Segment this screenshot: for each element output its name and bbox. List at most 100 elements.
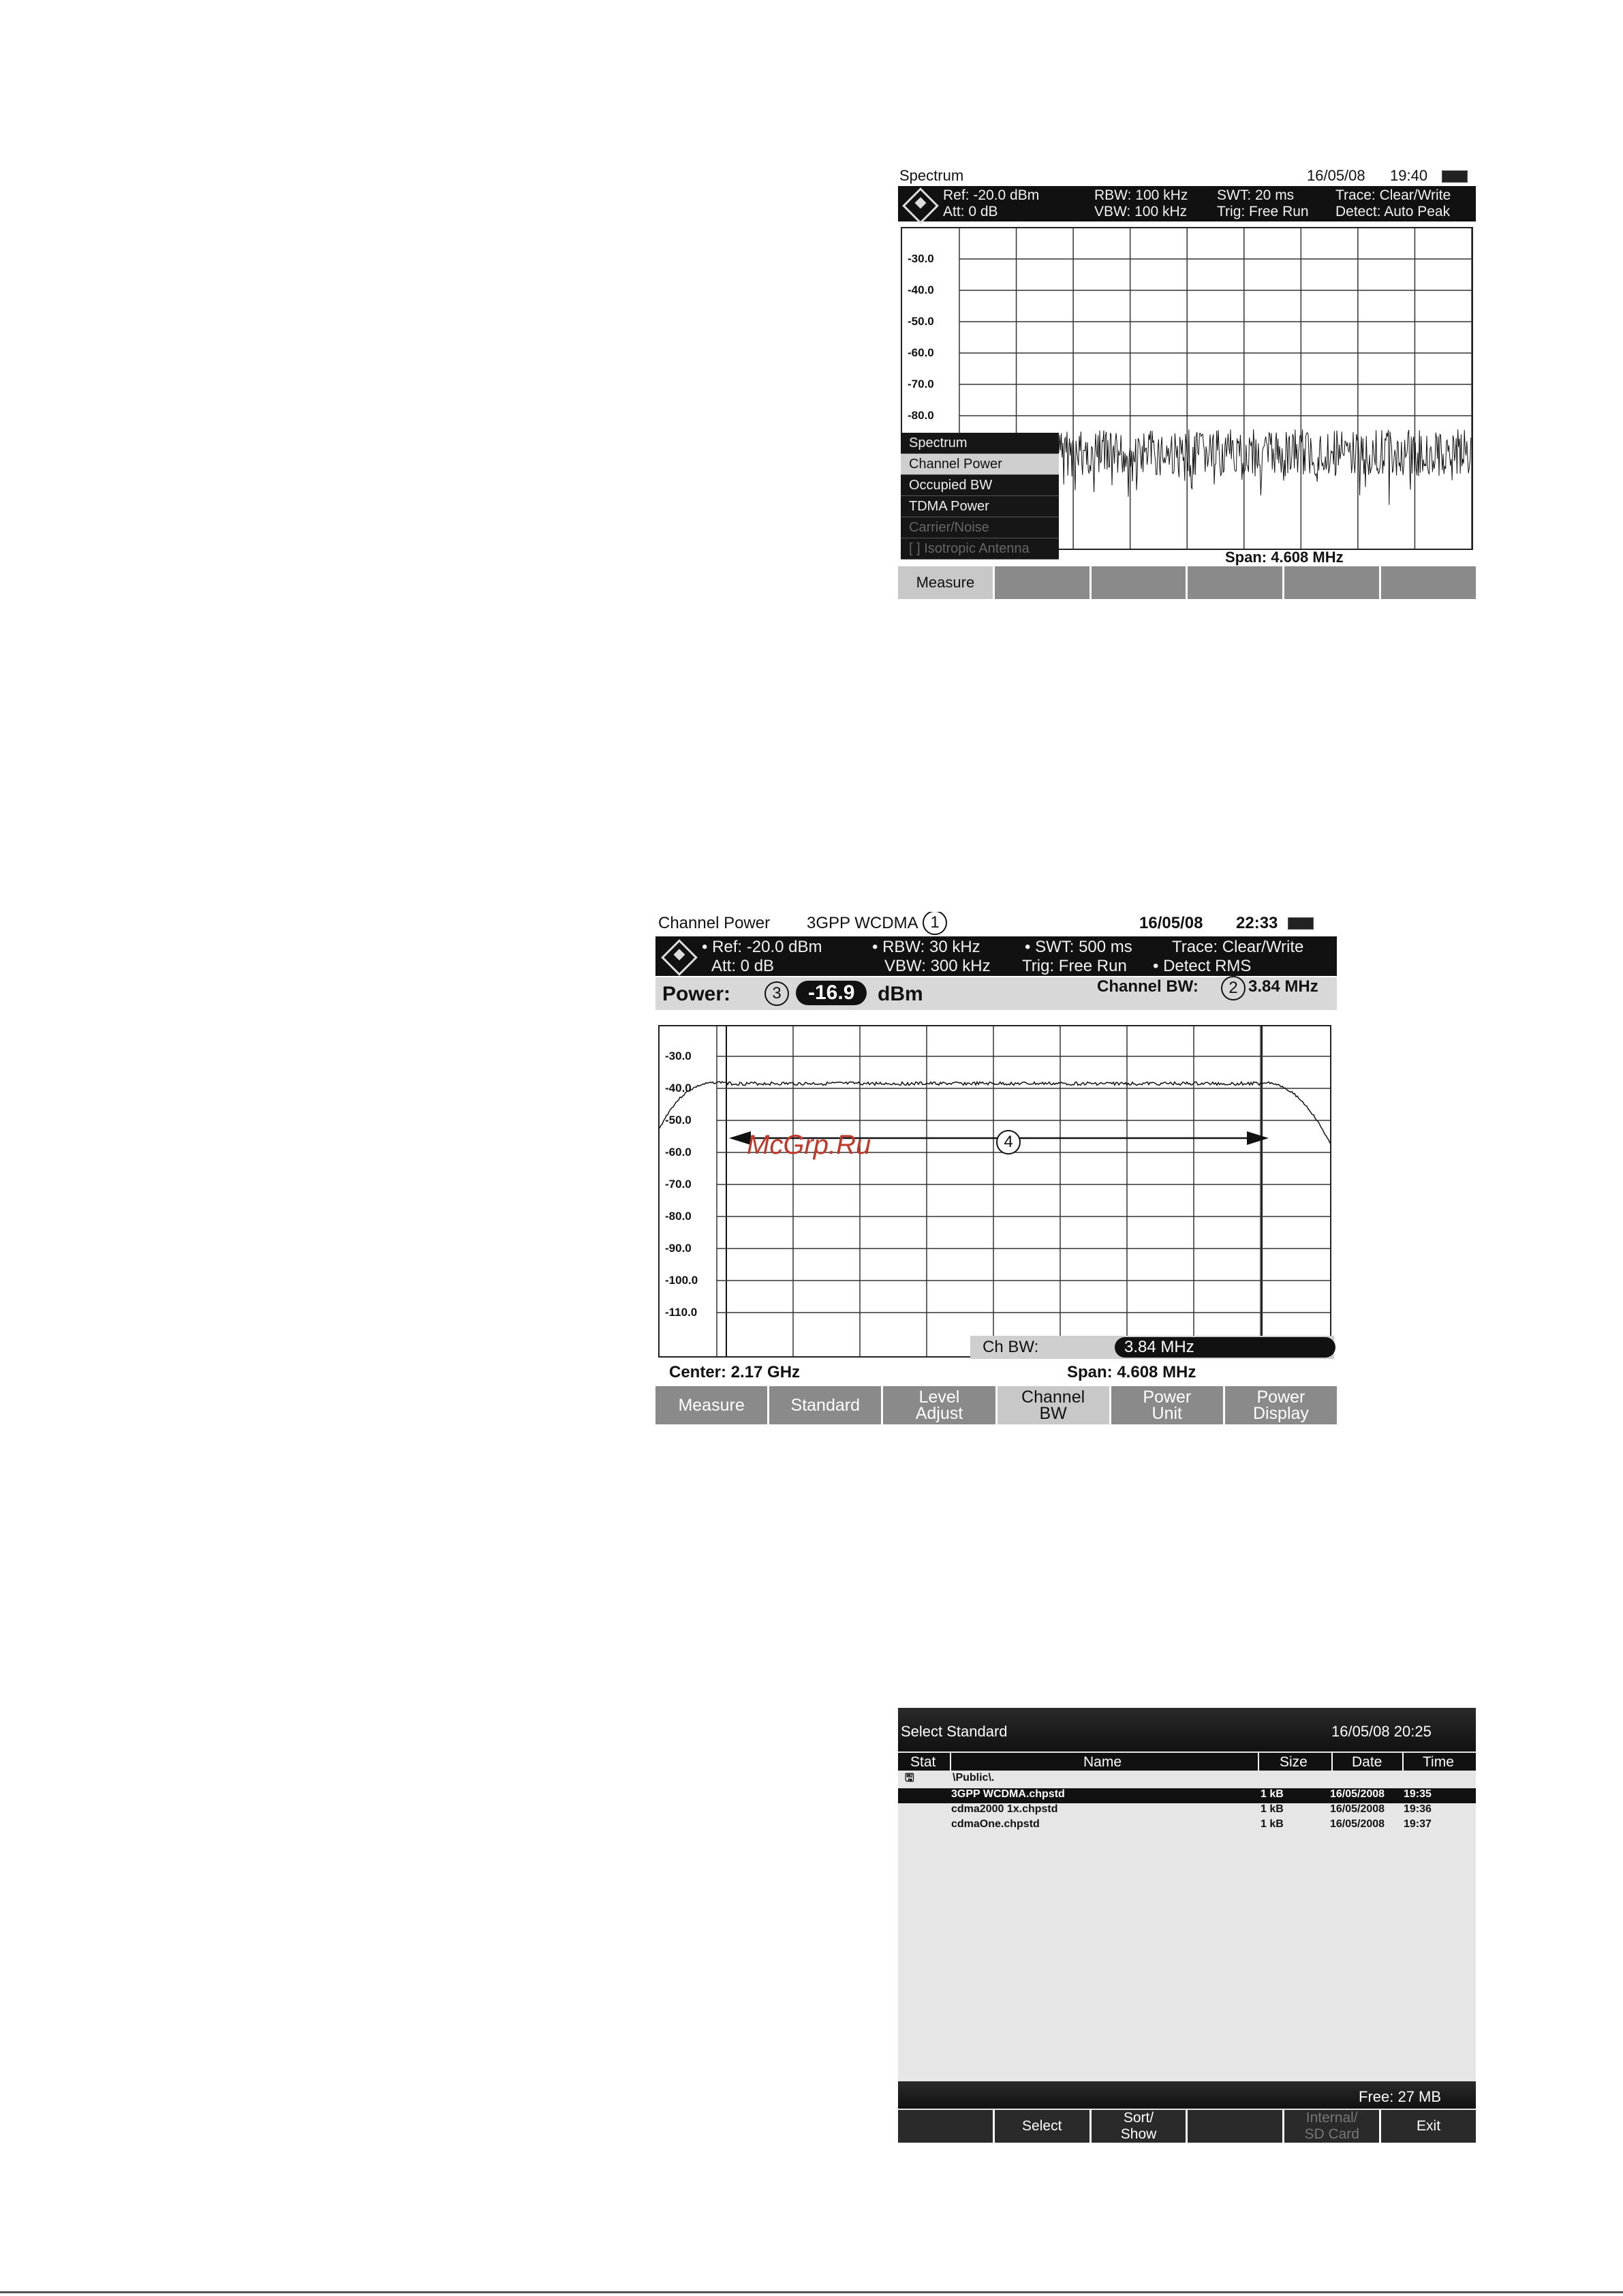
ref-level: • Ref: -20.0 dBm xyxy=(702,938,822,956)
channel-power-graph xyxy=(660,1026,1330,1356)
y-tick-label: -40.0 xyxy=(665,1082,692,1095)
file-size: 1 kB xyxy=(1261,1788,1284,1800)
y-tick-label: -70.0 xyxy=(665,1178,692,1191)
detector: • Detect RMS xyxy=(1153,957,1252,975)
channel-bw-value: 3.84 MHz xyxy=(1248,977,1318,996)
softkey-internal-sd-card[interactable]: Internal/ SD Card xyxy=(1284,2110,1382,2143)
softkey-6[interactable] xyxy=(1381,566,1476,599)
softkey-power-display[interactable]: Power Display xyxy=(1224,1386,1337,1424)
softkey-2[interactable] xyxy=(994,566,1092,599)
spectrum-plot[interactable]: -30.0 -40.0 -50.0 -60.0 -70.0 -80.0 Spectrum … xyxy=(901,227,1473,560)
time: 22:33 xyxy=(1236,914,1278,932)
screen-title: Channel Power xyxy=(658,914,771,932)
menu-item-isotropic-antenna[interactable]: [ ] Isotropic Antenna xyxy=(901,538,1059,560)
col-stat[interactable]: Stat xyxy=(910,1754,936,1771)
col-time[interactable]: Time xyxy=(1423,1754,1454,1771)
softkey-bar: Measure xyxy=(898,566,1476,599)
power-unit: dBm xyxy=(878,983,923,1005)
sweep-time: • SWT: 500 ms xyxy=(1025,938,1132,956)
title-bar: Channel Power 3GPP WCDMA 1 16/05/08 22:3… xyxy=(655,912,1337,935)
ref-level: Ref: -20.0 dBm xyxy=(943,187,1040,203)
menu-item-carrier-noise[interactable]: Carrier/Noise xyxy=(901,517,1059,538)
channel-bw-label: Channel BW: xyxy=(1097,977,1199,996)
y-tick-label: -60.0 xyxy=(908,346,934,359)
file-size: 1 kB xyxy=(1261,1818,1284,1830)
y-tick-label: -80.0 xyxy=(665,1210,692,1223)
col-divider xyxy=(950,1753,951,1771)
softkey-channel-bw[interactable]: Channel BW xyxy=(997,1386,1111,1424)
title-bar: Spectrum 16/05/08 19:40 xyxy=(898,167,1476,185)
status-bar: Free: 27 MB xyxy=(898,2081,1476,2109)
date: 16/05/08 xyxy=(1139,914,1203,932)
noise-trace xyxy=(1058,429,1472,505)
free-space: Free: 27 MB xyxy=(1359,2088,1442,2105)
col-date[interactable]: Date xyxy=(1352,1754,1382,1771)
file-name: 3GPP WCDMA.chpstd xyxy=(951,1788,1065,1800)
softkey-standard[interactable]: Standard xyxy=(769,1386,884,1424)
file-time: 19:35 xyxy=(1404,1788,1432,1800)
y-tick-label: -90.0 xyxy=(665,1242,692,1255)
measure-menu[interactable]: Spectrum Channel Power Occupied BW TDMA … xyxy=(901,433,1059,560)
col-name[interactable]: Name xyxy=(1083,1754,1122,1771)
rbw: RBW: 100 kHz xyxy=(1094,187,1188,203)
y-tick-label: -30.0 xyxy=(908,252,934,265)
file-row[interactable]: 3GPP WCDMA.chpstd 1 kB 16/05/2008 19:35 xyxy=(898,1788,1476,1803)
menu-item-occupied-bw[interactable]: Occupied BW xyxy=(901,475,1059,496)
folder-icon: 🖫 xyxy=(905,1773,914,1784)
battery-icon xyxy=(1442,170,1468,183)
col-divider xyxy=(1258,1753,1259,1771)
softkey-5[interactable] xyxy=(1284,566,1382,599)
softkey-3[interactable] xyxy=(1091,566,1188,599)
battery-icon xyxy=(1288,917,1314,930)
softkey-sort-show[interactable]: Sort/ Show xyxy=(1091,2110,1188,2143)
file-date: 16/05/2008 xyxy=(1330,1818,1385,1830)
col-divider xyxy=(1331,1753,1333,1771)
y-tick-label: -50.0 xyxy=(665,1114,692,1127)
center-frequency: Center: 2.17 GHz xyxy=(669,1363,801,1381)
y-tick-label: -30.0 xyxy=(665,1050,692,1062)
standard-name: 3GPP WCDMA xyxy=(807,914,918,932)
softkey-measure[interactable]: Measure xyxy=(898,566,995,599)
trigger: Trig: Free Run xyxy=(1022,957,1127,975)
softkey-power-unit[interactable]: Power Unit xyxy=(1111,1386,1225,1424)
folder-row[interactable]: 🖫 \Public\. xyxy=(898,1772,1476,1787)
menu-item-channel-power[interactable]: Channel Power xyxy=(901,454,1059,475)
select-standard-screen: Select Standard 16/05/08 20:25 Stat Name… xyxy=(898,1708,1476,2143)
y-tick-label: -40.0 xyxy=(908,284,934,296)
menu-item-tdma-power[interactable]: TDMA Power xyxy=(901,496,1059,517)
channel-power-plot[interactable]: -30.0 -40.0 -50.0 -60.0 -70.0 -80.0 -90.0 -100.… xyxy=(658,1025,1331,1358)
callout-1: 1 xyxy=(923,912,947,935)
screen-title: Spectrum xyxy=(899,167,964,184)
col-size[interactable]: Size xyxy=(1280,1754,1308,1771)
y-tick-label: -50.0 xyxy=(908,315,934,328)
y-tick-label: -110.0 xyxy=(665,1306,698,1319)
callout-4: 4 xyxy=(996,1130,1021,1154)
vbw: VBW: 100 kHz xyxy=(1094,204,1188,219)
file-name: cdma2000 1x.chpstd xyxy=(951,1803,1058,1815)
file-time: 19:36 xyxy=(1404,1803,1432,1815)
menu-item-spectrum[interactable]: Spectrum xyxy=(901,433,1059,454)
file-size: 1 kB xyxy=(1261,1803,1284,1815)
softkey-1[interactable] xyxy=(898,2110,995,2143)
softkey-level-adjust[interactable]: Level Adjust xyxy=(883,1386,998,1424)
detector: Detect: Auto Peak xyxy=(1335,204,1451,219)
softkey-select[interactable]: Select xyxy=(994,2110,1092,2143)
softkey-exit[interactable]: Exit xyxy=(1381,2110,1476,2143)
attenuation: Att: 0 dB xyxy=(943,204,998,219)
rohde-schwarz-logo xyxy=(902,187,939,224)
file-date: 16/05/2008 xyxy=(1330,1803,1385,1815)
trigger: Trig: Free Run xyxy=(1217,204,1309,219)
softkey-4[interactable] xyxy=(1188,566,1285,599)
screen-title: Select Standard xyxy=(901,1723,1008,1740)
file-row[interactable]: cdmaOne.chpstd 1 kB 16/05/2008 19:37 xyxy=(898,1818,1476,1833)
datetime: 16/05/08 20:25 xyxy=(1331,1723,1432,1740)
rohde-schwarz-logo xyxy=(661,939,698,976)
ch-bw-input-value[interactable]: 3.84 MHz xyxy=(1115,1337,1335,1358)
ch-bw-input[interactable]: Ch BW: 3.84 MHz xyxy=(970,1336,1335,1359)
file-row[interactable]: cdma2000 1x.chpstd 1 kB 16/05/2008 19:36 xyxy=(898,1803,1476,1818)
softkey-measure[interactable]: Measure xyxy=(655,1386,770,1424)
ch-bw-input-label: Ch BW: xyxy=(983,1338,1039,1356)
settings-header: Ref: -20.0 dBm Att: 0 dB RBW: 100 kHz VB… xyxy=(898,186,1476,224)
softkey-4[interactable] xyxy=(1188,2110,1285,2143)
rbw: • RBW: 30 kHz xyxy=(872,938,980,956)
